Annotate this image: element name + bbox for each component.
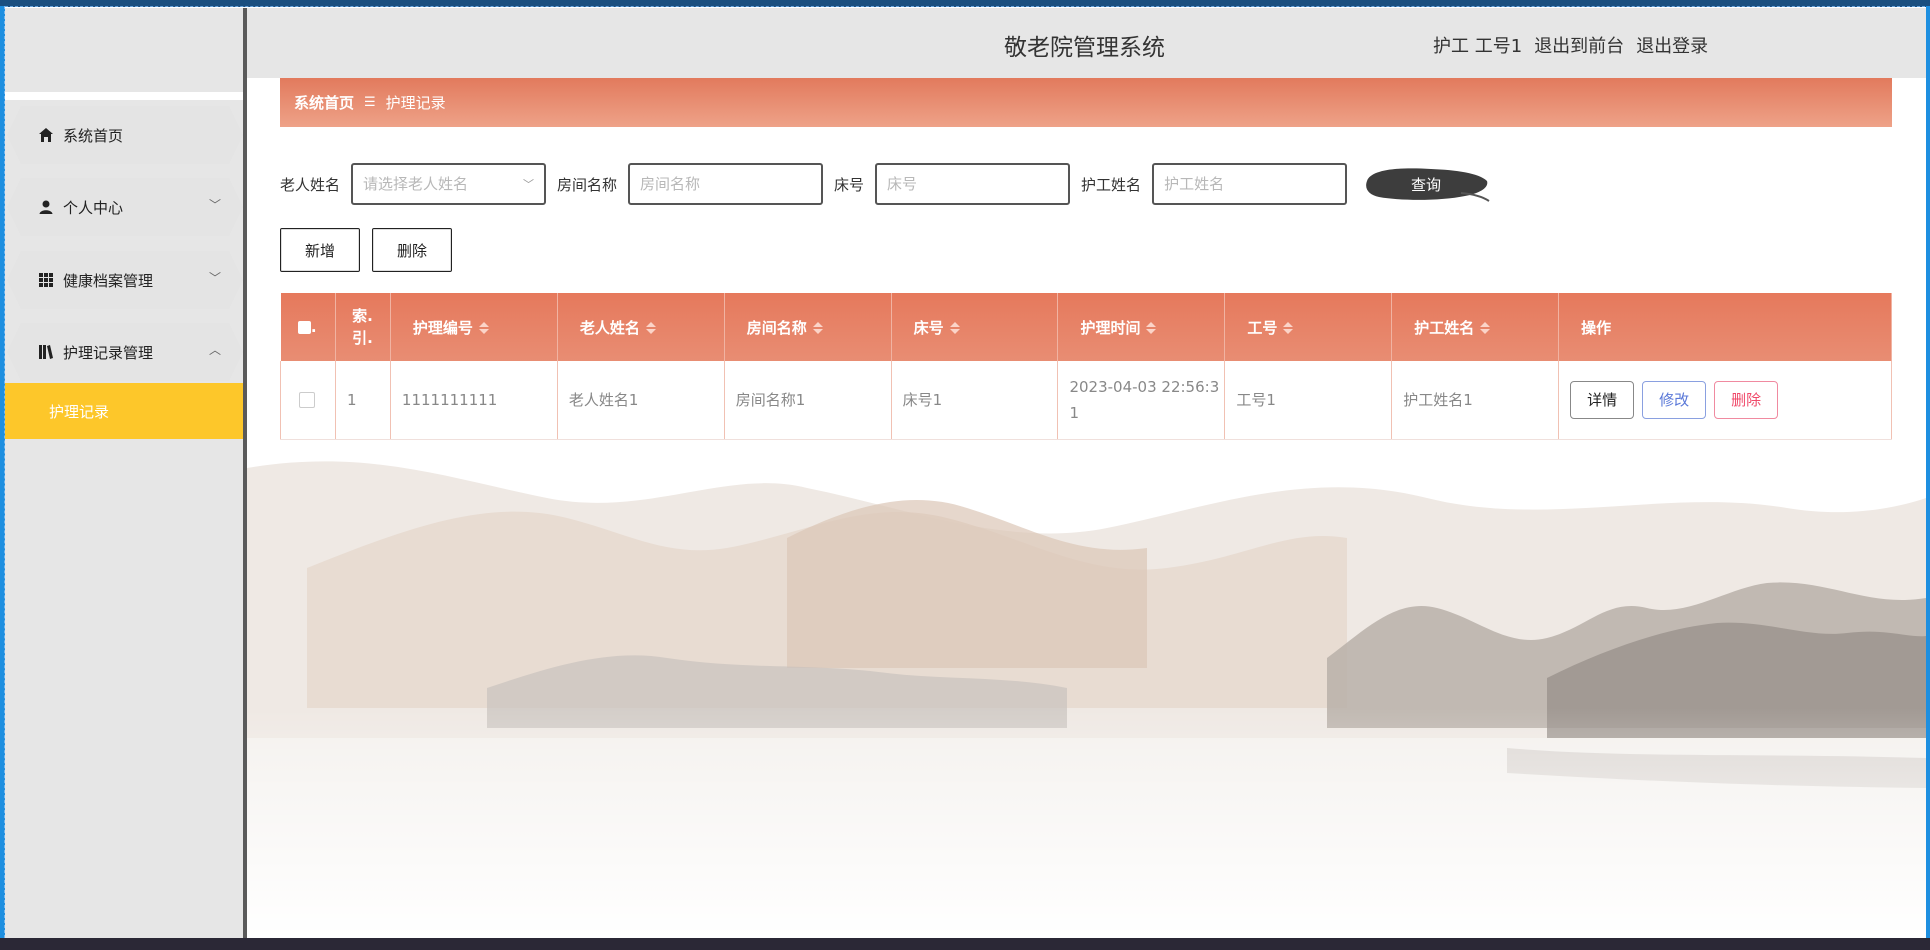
row-select-cell: [280, 361, 336, 440]
chevron-down-icon: ﹀: [208, 271, 221, 285]
top-header: 敬老院管理系统 护工 工号1 退出到前台 退出登录: [247, 8, 1926, 78]
window-top-border: [0, 0, 1930, 7]
book-icon: [37, 343, 55, 361]
elder-name-select[interactable]: [351, 163, 547, 205]
user-icon: [37, 198, 55, 216]
care-no-cell: 1111111111: [390, 361, 558, 440]
room-name-input[interactable]: [628, 163, 824, 205]
back-to-front-link[interactable]: 退出到前台: [1534, 32, 1624, 58]
window-right-border: [1926, 6, 1930, 938]
sort-icon[interactable]: [1480, 322, 1491, 334]
care-time-cell: 2023-04-03 22:56:3 1: [1057, 361, 1226, 440]
elder-name-label: 老人姓名: [280, 175, 341, 194]
sort-icon[interactable]: [1146, 322, 1157, 334]
header-label: 老人姓名: [579, 318, 640, 337]
sidebar-item-label: 系统首页: [63, 126, 124, 145]
index-header-line1: 索.: [352, 307, 373, 325]
ink-landscape-background: [247, 461, 1926, 938]
query-button[interactable]: 查询: [1361, 163, 1491, 205]
sort-icon[interactable]: [812, 322, 823, 334]
user-info: 护工 工号1: [1433, 32, 1522, 58]
room-name-cell: 房间名称1: [724, 361, 892, 440]
bed-no-cell: 床号1: [891, 361, 1059, 440]
header-label: 床号: [913, 318, 944, 337]
elder-name-cell: 老人姓名1: [557, 361, 725, 440]
sort-icon[interactable]: [478, 322, 489, 334]
sidebar-item-label: 个人中心: [63, 198, 124, 217]
breadcrumb-home[interactable]: 系统首页: [294, 92, 354, 113]
query-button-label: 查询: [1411, 175, 1442, 194]
header-user-area: 护工 工号1 退出到前台 退出登录: [1433, 32, 1708, 58]
delete-button[interactable]: 删除: [372, 228, 453, 272]
chevron-up-icon: ︿: [208, 343, 221, 357]
care-time-line2: 1: [1069, 403, 1080, 422]
sort-icon[interactable]: [949, 322, 960, 334]
table-header-row: . 索. 引. 护理编号 老人姓名 房间名称 床号 护理时间 工号 护工姓名 操作: [280, 293, 1892, 361]
elder-name-header[interactable]: 老人姓名: [557, 293, 725, 361]
care-time-line1: 2023-04-03 22:56:3: [1069, 377, 1220, 396]
chevron-down-icon: ﹀: [523, 178, 535, 191]
staff-no-cell: 工号1: [1224, 361, 1393, 440]
index-cell: 1: [335, 361, 391, 440]
care-no-header[interactable]: 护理编号: [390, 293, 558, 361]
index-header-line2: 引.: [352, 329, 373, 347]
search-form: 老人姓名 ﹀ 房间名称 床号 护工姓名 查询: [280, 162, 1491, 206]
row-actions-cell: 详情 修改 删除: [1558, 361, 1892, 440]
row-checkbox[interactable]: [299, 392, 316, 409]
care-time-header[interactable]: 护理时间: [1057, 293, 1226, 361]
breadcrumb-current: 护理记录: [385, 94, 446, 112]
main-content: 系统首页 ☰ 护理记录 老人姓名 ﹀ 房间名称 床号 护工姓名 查询 新增 删除: [247, 78, 1926, 938]
sidebar-subitem-care-record[interactable]: 护理记录: [5, 383, 243, 439]
row-delete-button[interactable]: 删除: [1714, 380, 1779, 419]
taskbar-strip: [0, 938, 1930, 950]
room-name-header[interactable]: 房间名称: [724, 293, 892, 361]
room-name-label: 房间名称: [557, 175, 618, 194]
nurse-name-input[interactable]: [1152, 163, 1348, 205]
select-all-header[interactable]: .: [280, 293, 336, 361]
header-label: 护理编号: [412, 318, 473, 337]
chevron-down-icon: ﹀: [208, 198, 221, 212]
select-all-checkbox[interactable]: [297, 321, 311, 334]
nurse-name-cell: 护工姓名1: [1391, 361, 1560, 440]
sidebar-item-home[interactable]: 系统首页: [7, 106, 243, 164]
sidebar-subitem-label: 护理记录: [49, 402, 110, 421]
sidebar-item-label: 护理记录管理: [63, 343, 154, 362]
bed-no-input[interactable]: [875, 163, 1071, 205]
header-label: 护理时间: [1080, 318, 1141, 337]
detail-button[interactable]: 详情: [1570, 380, 1635, 419]
care-records-table: . 索. 引. 护理编号 老人姓名 房间名称 床号 护理时间 工号 护工姓名 操作…: [280, 293, 1892, 440]
header-label: 房间名称: [746, 318, 807, 337]
grid-icon: [37, 271, 55, 289]
breadcrumb: 系统首页 ☰ 护理记录: [280, 78, 1892, 127]
sidebar-item-label: 健康档案管理: [63, 271, 154, 290]
header-label: 护工姓名: [1414, 318, 1475, 337]
sidebar-logo-area: [5, 8, 243, 100]
index-header: 索. 引.: [335, 293, 391, 361]
home-icon: [37, 126, 55, 144]
sidebar-item-personal-center[interactable]: 个人中心 ﹀: [7, 178, 243, 236]
bed-no-header[interactable]: 床号: [891, 293, 1059, 361]
breadcrumb-separator-icon: ☰: [364, 95, 376, 110]
add-button[interactable]: 新增: [280, 228, 361, 272]
logout-link[interactable]: 退出登录: [1636, 32, 1708, 58]
sort-icon[interactable]: [1283, 322, 1294, 334]
sidebar-item-care-records[interactable]: 护理记录管理 ︿: [7, 323, 243, 381]
elder-name-select-wrapper: ﹀: [351, 163, 557, 205]
row-actions: 详情 修改 删除: [1570, 380, 1890, 419]
staff-no-header[interactable]: 工号: [1224, 293, 1393, 361]
action-buttons: 新增 删除: [280, 228, 453, 272]
user-name: 工号1: [1474, 36, 1523, 57]
bed-no-label: 床号: [834, 175, 865, 194]
header-label: 工号: [1247, 318, 1278, 337]
edit-button[interactable]: 修改: [1642, 380, 1707, 419]
actions-header: 操作: [1558, 293, 1892, 361]
user-role: 护工: [1433, 36, 1469, 57]
table-row: 1 1111111111 老人姓名1 房间名称1 床号1 2023-04-03 …: [280, 361, 1892, 440]
sort-icon[interactable]: [645, 322, 656, 334]
nurse-name-header[interactable]: 护工姓名: [1391, 293, 1560, 361]
app-title: 敬老院管理系统: [1004, 35, 1165, 61]
sidebar-item-health-records[interactable]: 健康档案管理 ﹀: [7, 251, 243, 309]
nurse-name-label: 护工姓名: [1081, 175, 1142, 194]
